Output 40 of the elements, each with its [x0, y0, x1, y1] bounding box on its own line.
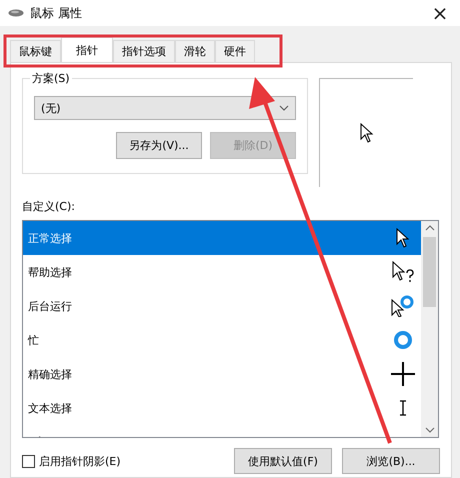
list-item[interactable]: 正常选择 [23, 221, 421, 255]
scheme-dropdown[interactable]: (无) [34, 96, 296, 120]
list-item[interactable]: 文本选择 [23, 391, 421, 425]
chevron-down-icon [279, 105, 289, 111]
arrow-cursor-icon [396, 228, 410, 248]
cursor-role-name: 帮助选择 [28, 264, 72, 280]
busy-cursor-icon [393, 330, 413, 350]
shadow-checkbox[interactable]: 启用指针阴影(E) [22, 454, 121, 468]
crosshair-cursor-icon [390, 361, 416, 387]
working-cursor-icon [391, 295, 415, 317]
tab[interactable]: 指针 [61, 37, 113, 62]
tab[interactable]: 指针选项 [113, 40, 175, 62]
arrow-cursor-icon [360, 123, 374, 143]
list-item[interactable]: 后台运行 [23, 289, 421, 323]
cursor-role-name: 忙 [28, 332, 39, 348]
list-item[interactable]: 忙 [23, 323, 421, 357]
scheme-button[interactable]: 另存为(V)... [116, 132, 202, 159]
tab[interactable]: 硬件 [215, 40, 255, 62]
scroll-down-icon[interactable] [424, 427, 434, 433]
tab[interactable]: 鼠标键 [10, 40, 61, 62]
list-item[interactable]: 精确选择 [23, 357, 421, 391]
group-legend: 方案(S) [30, 71, 72, 86]
close-button[interactable]: × [420, 0, 460, 26]
dialog-button[interactable]: 使用默认值(F) [234, 448, 332, 474]
window-title: 鼠标 属性 [30, 4, 83, 22]
checkbox-label: 启用指针阴影(E) [39, 454, 121, 468]
scrollbar[interactable] [421, 221, 438, 437]
cursor-role-name: 后台运行 [28, 298, 72, 314]
dialog-button[interactable]: 浏览(B)... [342, 448, 440, 474]
checkbox[interactable] [22, 454, 35, 468]
scroll-up-icon[interactable] [424, 225, 434, 231]
customize-label: 自定义(C): [22, 199, 76, 214]
cursor-role-name: 精确选择 [28, 366, 72, 382]
list-item[interactable]: 帮助选择 [23, 255, 421, 289]
tab[interactable]: 滑轮 [175, 40, 215, 62]
cursor-role-name: 正常选择 [28, 230, 72, 246]
help-cursor-icon [392, 261, 414, 283]
text-cursor-icon [398, 400, 408, 416]
mouse-icon [8, 9, 24, 17]
cursor-role-name: 文本选择 [28, 400, 72, 416]
